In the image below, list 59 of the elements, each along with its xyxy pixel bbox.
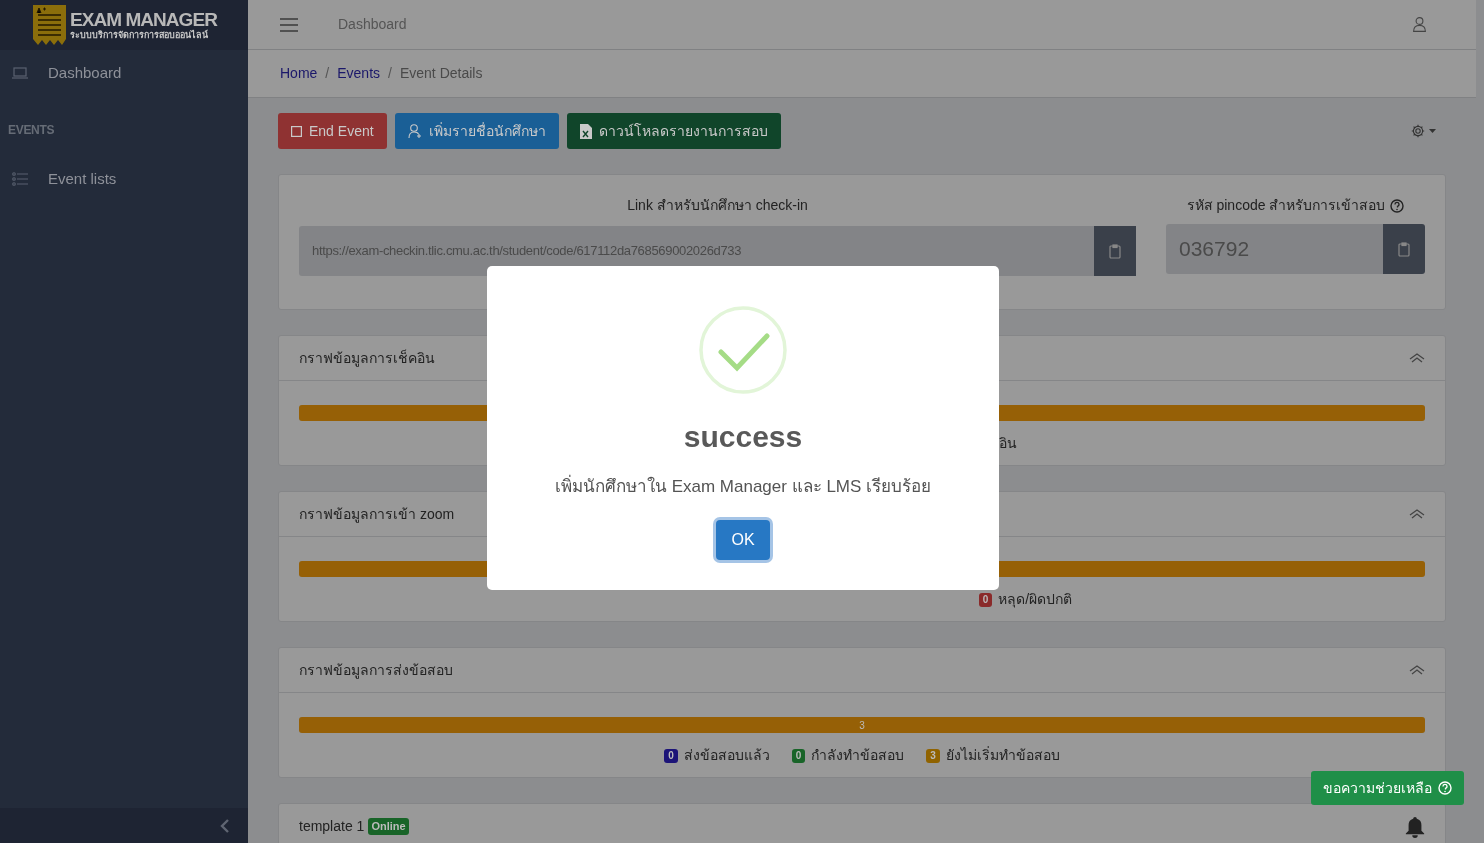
collapse-chevron-icon[interactable] [1409,353,1425,363]
legend-label: ส่งข้อสอบแล้ว [683,746,770,765]
count-badge: 0 [978,592,993,607]
dialog-message: เพิ่มนักศึกษาใน Exam Manager และ LMS เรียบร้อย [554,473,932,498]
collapse-chevron-icon[interactable] [1409,509,1425,519]
spreadsheet-file-icon [579,123,592,139]
breadcrumb-link[interactable]: Events [337,63,381,84]
card-title: กราฟข้อมูลการเข้า zoom [299,504,455,525]
ok-button[interactable]: OK [716,520,770,560]
breadcrumb-current: Event Details [399,64,483,83]
legend-label: กำลังทำข้อสอบ [811,746,905,765]
settings-dropdown[interactable] [1411,124,1436,138]
count-badge: 0 [791,748,806,763]
collapse-sidebar-icon[interactable] [220,817,230,834]
header-title: Dashboard [338,15,407,34]
breadcrumb-link[interactable]: Home [280,63,318,84]
user-icon[interactable] [1413,17,1426,32]
sidebar-item[interactable]: Dashboard [0,50,248,96]
count-badge: 3 [926,748,940,763]
sidebar-section-heading: EVENTS [8,122,55,139]
template-title: template 1 [299,817,365,836]
checkmark-icon [699,305,787,394]
status-badge: Online [368,818,409,835]
card-title: กราฟข้อมูลการส่งข้อสอบ [299,660,453,681]
action-button[interactable]: ดาวน์โหลดรายงานการสอบ [566,113,781,149]
copy-button[interactable] [1094,226,1136,276]
list-icon [12,172,28,186]
breadcrumb-separator: / [388,64,392,83]
copy-button[interactable] [1383,224,1425,274]
progress-bar: 3 [299,717,1425,733]
field-label: Link สำหรับนักศึกษา check-in [627,196,808,215]
help-icon [1438,781,1452,795]
user-plus-icon [407,123,422,139]
logo-subtitle: ระบบบริการจัดการการสอบออนไลน์ [70,31,209,40]
help-icon[interactable] [1390,198,1405,213]
action-button[interactable]: เพิ่มรายชื่อนักศึกษา [394,113,559,149]
dialog-title: success [683,421,803,452]
field-label: รหัส pincode สำหรับการเข้าสอบ [1186,196,1386,215]
logo-title: EXAM MANAGER [70,10,217,29]
action-button[interactable]: End Event [278,113,387,149]
legend-label: ยังไม่เริ่มทำข้อสอบ [945,745,1060,765]
help-button[interactable]: ขอความช่วยเหลือ [1311,771,1464,805]
exam-sheet-logo-icon [33,5,66,45]
pincode-field[interactable]: 036792 [1166,224,1383,274]
count-badge: 0 [664,748,678,763]
legend-label: อิน [998,434,1017,453]
caret-icon [1429,129,1436,133]
bell-icon[interactable] [1405,816,1425,838]
breadcrumb-separator: / [325,64,330,83]
clipboard-icon [1109,243,1121,259]
legend-label: หลุด/ผิดปกติ [998,590,1073,610]
square-icon [291,125,302,137]
card-title: กราฟข้อมูลการเช็คอิน [299,348,435,369]
menu-icon[interactable] [280,17,298,32]
laptop-icon [12,67,28,79]
collapse-chevron-icon[interactable] [1409,665,1425,675]
settings-icon [1411,124,1425,138]
clipboard-icon [1398,241,1410,257]
sidebar-item[interactable]: Event lists [0,156,248,202]
